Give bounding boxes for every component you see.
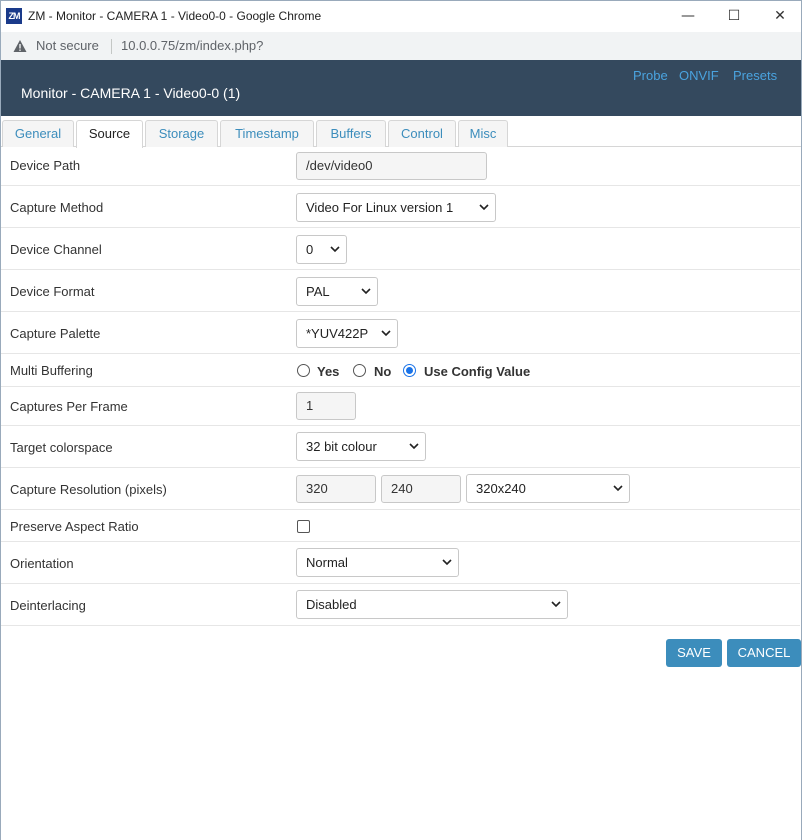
address-bar[interactable]: Not secure 10.0.0.75/zm/index.php? — [0, 32, 802, 60]
device-channel-select[interactable]: 0 — [296, 235, 347, 264]
monitor-header: Monitor - CAMERA 1 - Video0-0 (1) Probe … — [1, 60, 801, 116]
maximize-button[interactable]: ☐ — [711, 1, 757, 33]
deinterlacing-label: Deinterlacing — [10, 598, 86, 613]
url-text[interactable]: 10.0.0.75/zm/index.php? — [121, 38, 263, 53]
tab-timestamp[interactable]: Timestamp — [220, 120, 314, 147]
onvif-link[interactable]: ONVIF — [679, 68, 719, 83]
chevron-down-icon — [361, 288, 371, 295]
orientation-select[interactable]: Normal — [296, 548, 459, 577]
device-format-value: PAL — [306, 284, 330, 299]
cancel-button[interactable]: CANCEL — [727, 639, 801, 667]
target-colorspace-select[interactable]: 32 bit colour — [296, 432, 426, 461]
tab-buffers[interactable]: Buffers — [316, 120, 386, 147]
tab-source[interactable]: Source — [76, 120, 143, 148]
tab-misc[interactable]: Misc — [458, 120, 508, 147]
presets-link[interactable]: Presets — [733, 68, 777, 83]
tab-control[interactable]: Control — [388, 120, 456, 147]
chevron-down-icon — [479, 204, 489, 211]
chevron-down-icon — [409, 443, 419, 450]
device-format-select[interactable]: PAL — [296, 277, 378, 306]
window-frame-left — [0, 32, 1, 840]
page-title: Monitor - CAMERA 1 - Video0-0 (1) — [21, 85, 241, 101]
chevron-down-icon — [613, 485, 623, 492]
capture-resolution-row: Capture Resolution (pixels) 320 240 320x… — [0, 468, 800, 510]
tab-bar: General Source Storage Timestamp Buffers… — [1, 116, 801, 148]
multi-buffering-config-radio[interactable] — [403, 364, 416, 377]
security-status[interactable]: Not secure — [36, 38, 99, 53]
chevron-down-icon — [551, 601, 561, 608]
multi-buffering-yes-label[interactable]: Yes — [317, 364, 339, 379]
capture-method-select[interactable]: Video For Linux version 1 — [296, 193, 496, 222]
device-channel-label: Device Channel — [10, 242, 102, 257]
warning-icon — [13, 40, 27, 52]
resolution-height-input[interactable]: 240 — [381, 475, 461, 503]
chevron-down-icon — [442, 559, 452, 566]
orientation-row: Orientation Normal — [0, 542, 800, 584]
device-format-row: Device Format PAL — [0, 270, 800, 312]
device-channel-row: Device Channel 0 — [0, 228, 800, 270]
resolution-preset-value: 320x240 — [476, 481, 526, 496]
target-colorspace-value: 32 bit colour — [306, 439, 377, 454]
capture-palette-row: Capture Palette *YUV422P — [0, 312, 800, 354]
capture-method-label: Capture Method — [10, 200, 104, 215]
tab-storage[interactable]: Storage — [145, 120, 218, 147]
multi-buffering-label: Multi Buffering — [10, 363, 93, 378]
capture-method-row: Capture Method Video For Linux version 1 — [0, 186, 800, 228]
zm-logo-icon: ZM — [6, 8, 22, 24]
multi-buffering-yes-radio[interactable] — [297, 364, 310, 377]
preserve-aspect-ratio-label: Preserve Aspect Ratio — [10, 519, 139, 534]
minimize-button[interactable]: — — [665, 1, 711, 33]
address-divider — [111, 39, 112, 54]
device-path-row: Device Path /dev/video0 — [0, 147, 800, 186]
window-title: ZM - Monitor - CAMERA 1 - Video0-0 - Goo… — [28, 9, 322, 23]
probe-link[interactable]: Probe — [633, 68, 668, 83]
preserve-aspect-ratio-checkbox[interactable] — [297, 520, 310, 533]
device-path-label: Device Path — [10, 158, 81, 173]
multi-buffering-no-label[interactable]: No — [374, 364, 391, 379]
capture-palette-value: *YUV422P — [306, 326, 369, 341]
close-window-button[interactable]: ✕ — [757, 1, 802, 33]
target-colorspace-label: Target colorspace — [10, 440, 113, 455]
chevron-down-icon — [381, 330, 391, 337]
multi-buffering-row: Multi Buffering Yes No Use Config Value — [0, 354, 800, 387]
tab-general[interactable]: General — [2, 120, 74, 147]
device-channel-value: 0 — [306, 242, 314, 257]
deinterlacing-row: Deinterlacing Disabled — [0, 584, 800, 626]
orientation-value: Normal — [306, 555, 348, 570]
captures-per-frame-label: Captures Per Frame — [10, 399, 128, 414]
preserve-aspect-ratio-row: Preserve Aspect Ratio — [0, 510, 800, 542]
chevron-down-icon — [330, 246, 340, 253]
device-format-label: Device Format — [10, 284, 95, 299]
capture-resolution-label: Capture Resolution (pixels) — [10, 482, 167, 497]
capture-palette-select[interactable]: *YUV422P — [296, 319, 398, 348]
target-colorspace-row: Target colorspace 32 bit colour — [0, 426, 800, 468]
resolution-width-input[interactable]: 320 — [296, 475, 376, 503]
device-path-input[interactable]: /dev/video0 — [296, 152, 487, 180]
deinterlacing-value: Disabled — [306, 597, 357, 612]
save-button[interactable]: SAVE — [666, 639, 722, 667]
browser-title-bar: ZM ZM - Monitor - CAMERA 1 - Video0-0 - … — [0, 0, 802, 32]
capture-method-value: Video For Linux version 1 — [306, 200, 454, 215]
multi-buffering-config-label[interactable]: Use Config Value — [424, 364, 530, 379]
deinterlacing-select[interactable]: Disabled — [296, 590, 568, 619]
multi-buffering-no-radio[interactable] — [353, 364, 366, 377]
resolution-preset-select[interactable]: 320x240 — [466, 474, 630, 503]
capture-palette-label: Capture Palette — [10, 326, 101, 341]
captures-per-frame-input[interactable]: 1 — [296, 392, 356, 420]
captures-per-frame-row: Captures Per Frame 1 — [0, 387, 800, 426]
orientation-label: Orientation — [10, 556, 74, 571]
